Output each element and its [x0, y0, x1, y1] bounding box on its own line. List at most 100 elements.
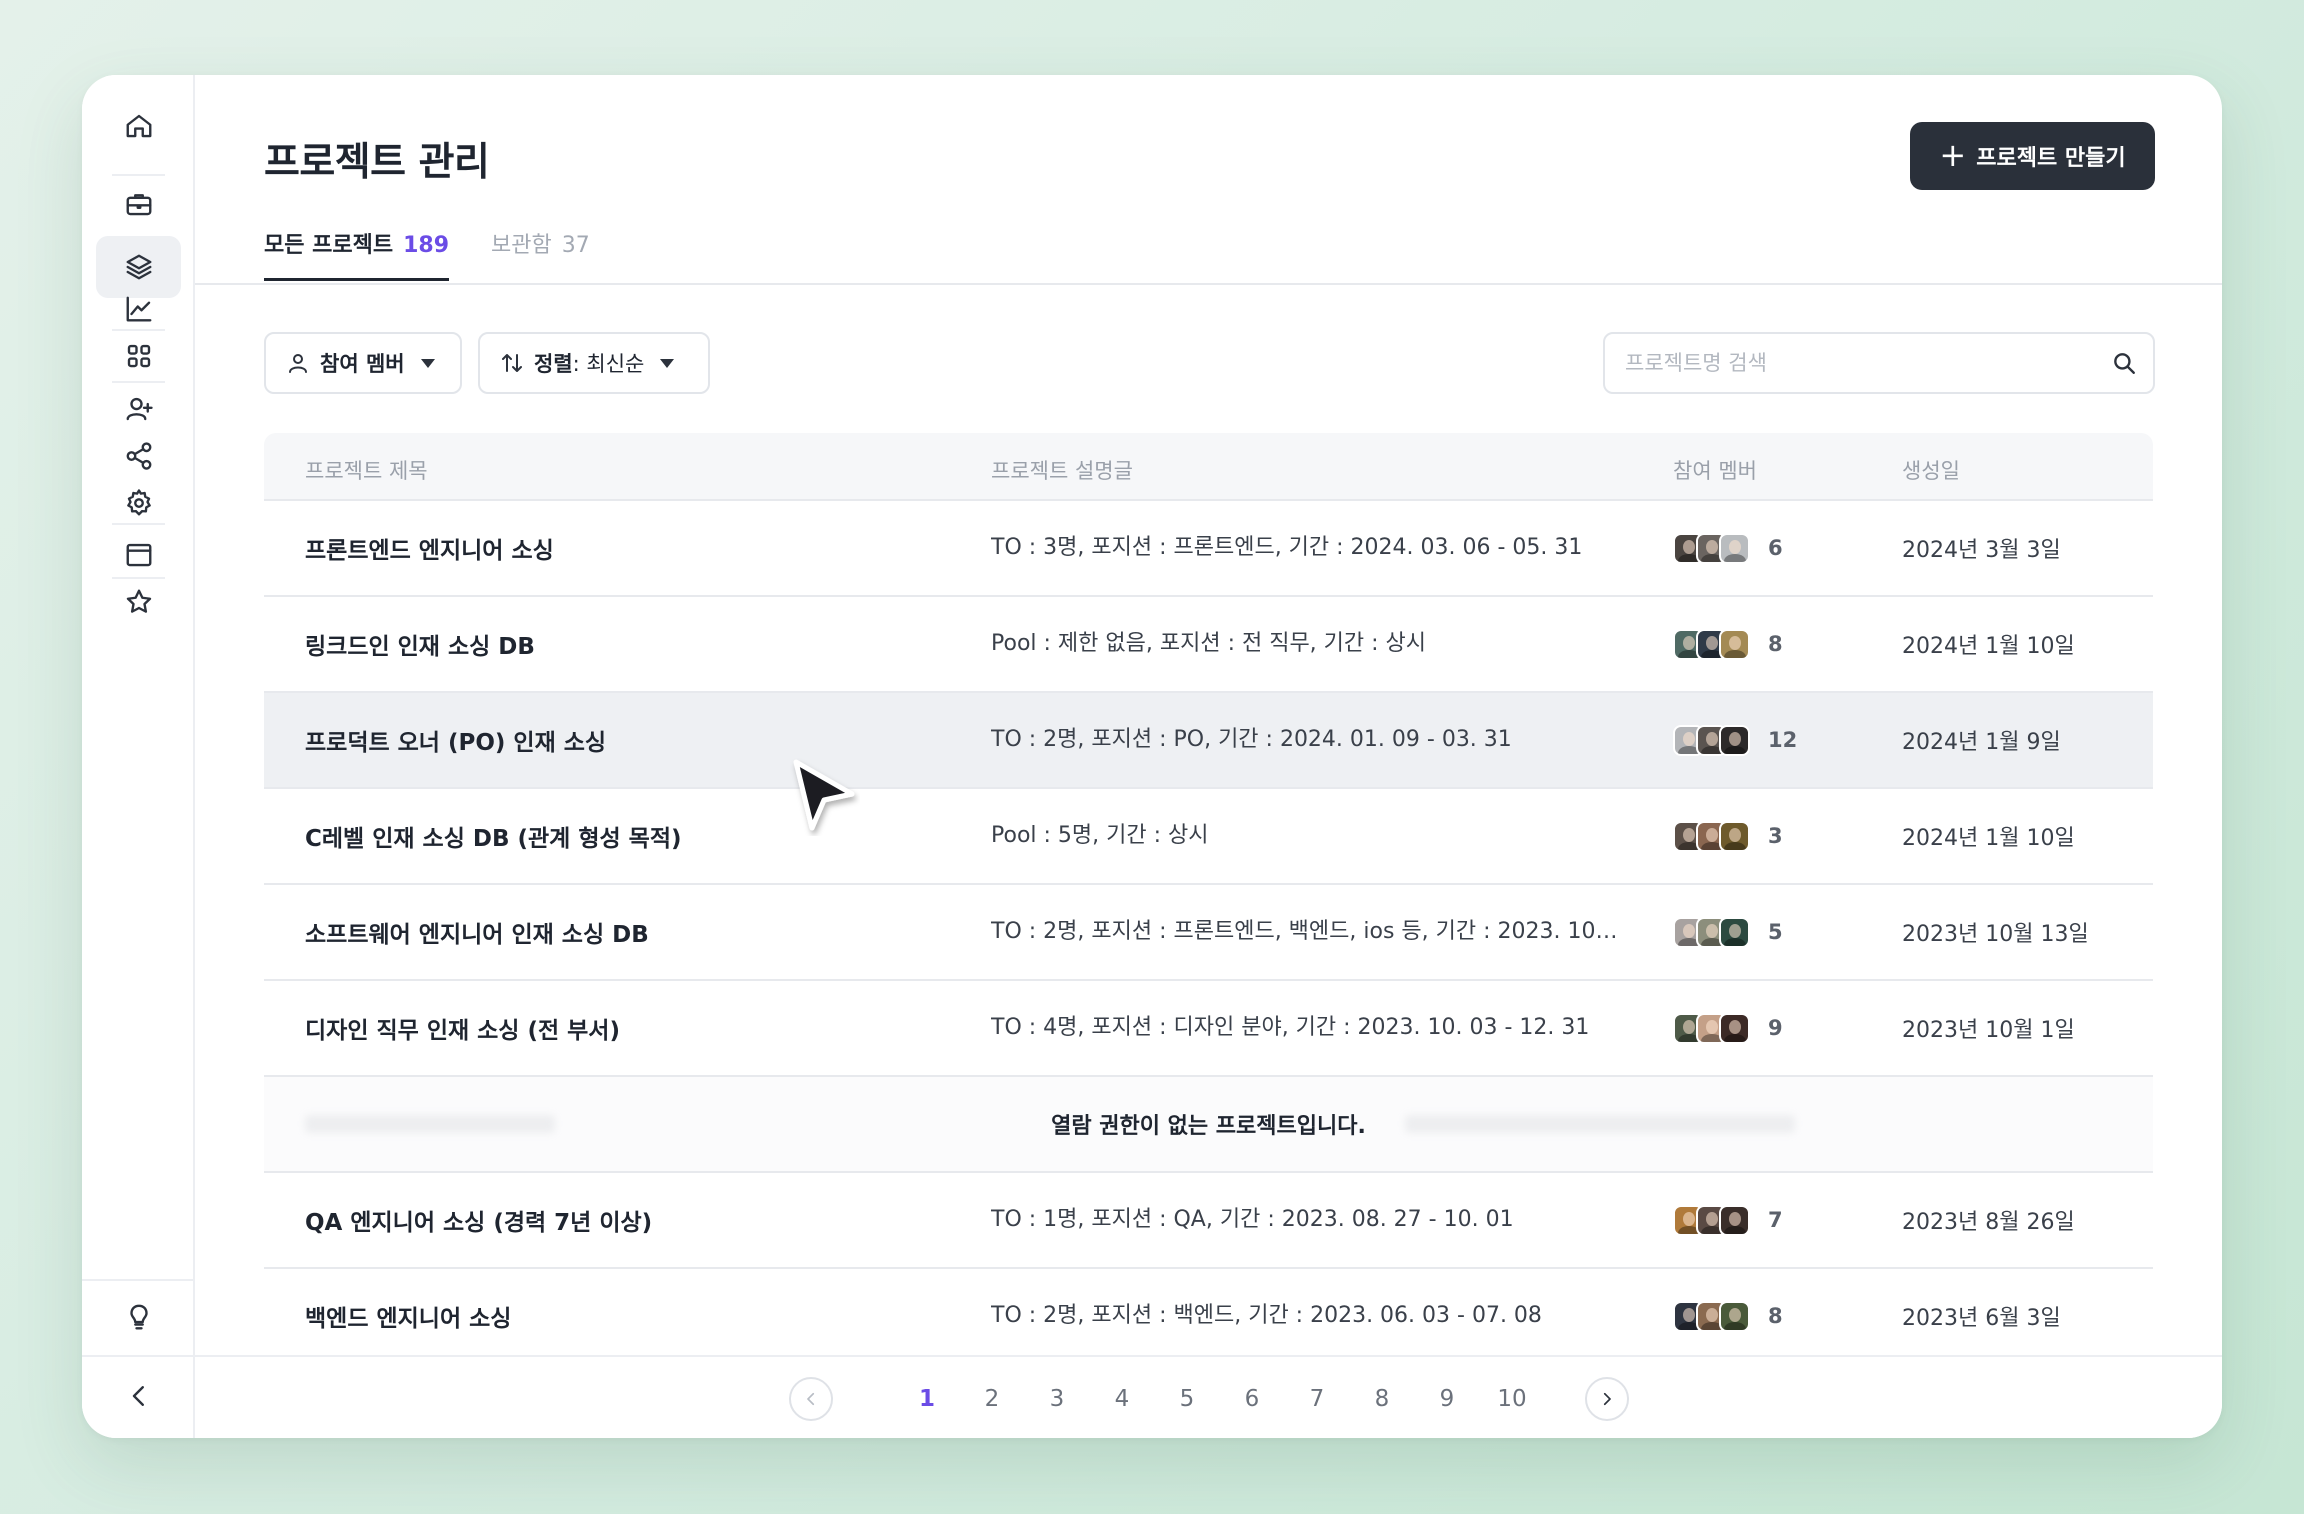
sort-arrows-icon [502, 354, 522, 372]
sort-button[interactable]: 정렬: 최신순 [478, 332, 710, 394]
tab-all-projects[interactable]: 모든 프로젝트 189 [264, 225, 450, 285]
created-date: 2024년 1월 10일 [1902, 634, 2075, 659]
member-filter-button[interactable]: 참여 멤버 [264, 332, 462, 394]
chevron-right-icon [1603, 1392, 1611, 1405]
page-2[interactable]: 2 [960, 1386, 1025, 1412]
member-count: 3 [1768, 824, 1783, 848]
page-8[interactable]: 8 [1350, 1386, 1415, 1412]
table-row[interactable]: 소프트웨어 엔지니어 인재 소싱 DB TO : 2명, 포지션 : 프론트엔드… [264, 885, 2153, 981]
table-row[interactable]: 프론트엔드 엔지니어 소싱 TO : 3명, 포지션 : 프론트엔드, 기간 :… [264, 501, 2153, 597]
pagination: 1 2 3 4 5 6 7 8 9 10 [195, 1357, 2222, 1438]
sidebar-item-home[interactable] [96, 95, 181, 157]
table-row[interactable]: C레벨 인재 소싱 DB (관계 형성 목적) Pool : 5명, 기간 : … [264, 789, 2153, 885]
prev-page-button[interactable] [788, 1376, 833, 1421]
star-icon [126, 589, 151, 613]
created-date: 2023년 6월 3일 [1902, 1306, 2061, 1331]
project-description: TO : 2명, 포지션 : PO, 기간 : 2024. 01. 09 - 0… [991, 727, 1512, 752]
member-cell: 8 [1673, 597, 1853, 691]
chevron-left-icon [132, 1386, 144, 1406]
page-5[interactable]: 5 [1155, 1386, 1220, 1412]
project-description: TO : 1명, 포지션 : QA, 기간 : 2023. 08. 27 - 1… [991, 1207, 1514, 1232]
table-row[interactable]: 디자인 직무 인재 소싱 (전 부서) TO : 4명, 포지션 : 디자인 분… [264, 981, 2153, 1077]
page-title: 프로젝트 관리 [264, 140, 490, 185]
chevron-left-icon [806, 1392, 814, 1405]
avatar-group [1673, 1204, 1750, 1236]
page-6[interactable]: 6 [1220, 1386, 1285, 1412]
tab-bar: 모든 프로젝트 189 보관함 37 [264, 225, 590, 285]
header-title: 프로젝트 제목 [305, 459, 428, 483]
member-count: 8 [1768, 632, 1783, 656]
member-filter-label: 참여 멤버 [320, 352, 405, 376]
project-title: 백엔드 엔지니어 소싱 [305, 1306, 512, 1332]
page-9[interactable]: 9 [1415, 1386, 1480, 1412]
search-input[interactable] [1605, 334, 2153, 392]
tab-label: 보관함 [491, 233, 552, 258]
avatar-group [1673, 532, 1750, 564]
sidebar-item-tips[interactable] [96, 1286, 181, 1348]
tab-archive[interactable]: 보관함 37 [491, 225, 590, 285]
home-icon [126, 114, 151, 138]
avatar [1719, 1300, 1750, 1332]
page-10[interactable]: 10 [1480, 1386, 1545, 1412]
caret-down-icon [660, 358, 675, 368]
tab-label: 모든 프로젝트 [264, 233, 394, 258]
project-description: TO : 2명, 포지션 : 프론트엔드, 백엔드, ios 등, 기간 : 2… [991, 919, 1621, 944]
sort-label: 정렬 [534, 352, 573, 376]
tabs-divider [195, 283, 2222, 285]
caret-down-icon [420, 358, 435, 368]
member-count: 7 [1768, 1208, 1783, 1232]
page-1[interactable]: 1 [895, 1386, 960, 1412]
created-date: 2023년 10월 13일 [1902, 922, 2089, 947]
table-row[interactable]: 백엔드 엔지니어 소싱 TO : 2명, 포지션 : 백엔드, 기간 : 202… [264, 1269, 2153, 1365]
user-plus-icon [126, 397, 153, 421]
avatar-group [1673, 724, 1750, 756]
window-icon [126, 543, 151, 567]
table-row[interactable]: 프로덕트 오너 (PO) 인재 소싱 TO : 2명, 포지션 : PO, 기간… [264, 693, 2153, 789]
avatar [1719, 532, 1750, 564]
created-date: 2023년 10월 1일 [1902, 1018, 2075, 1043]
header-description: 프로젝트 설명글 [991, 459, 1133, 483]
next-page-button[interactable] [1584, 1376, 1629, 1421]
share-icon [126, 442, 151, 470]
app-window: 프로젝트 관리 + 프로젝트 만들기 모든 프로젝트 189 보관함 37 참여 멤… [82, 75, 2222, 1438]
plus-icon: + [1939, 135, 1967, 174]
lightbulb-icon [129, 1304, 148, 1330]
avatar [1719, 628, 1750, 660]
pagination-bar: 1 2 3 4 5 6 7 8 9 10 [195, 1355, 2222, 1438]
sidebar-item-favorites[interactable] [96, 571, 181, 633]
create-project-button[interactable]: + 프로젝트 만들기 [1910, 122, 2155, 190]
sidebar-item-jobs[interactable] [96, 173, 181, 235]
member-cell: 7 [1673, 1173, 1853, 1267]
page-3[interactable]: 3 [1025, 1386, 1090, 1412]
project-description: TO : 4명, 포지션 : 디자인 분야, 기간 : 2023. 10. 03… [991, 1015, 1590, 1040]
project-title: 디자인 직무 인재 소싱 (전 부서) [305, 1018, 620, 1044]
table-row[interactable]: QA 엔지니어 소싱 (경력 7년 이상) TO : 1명, 포지션 : QA,… [264, 1173, 2153, 1269]
sort-value: : 최신순 [572, 352, 645, 376]
page-4[interactable]: 4 [1090, 1386, 1155, 1412]
project-title: 링크드인 인재 소싱 DB [305, 634, 535, 660]
main-content: 프로젝트 관리 + 프로젝트 만들기 모든 프로젝트 189 보관함 37 참여 멤… [195, 75, 2222, 1438]
avatar [1719, 820, 1750, 852]
grid-icon [127, 344, 150, 368]
member-cell: 6 [1673, 501, 1853, 595]
project-description: Pool : 5명, 기간 : 상시 [991, 823, 1209, 848]
sidebar-collapse-button[interactable] [96, 1365, 181, 1427]
member-count: 6 [1768, 536, 1783, 560]
header-members: 참여 멤버 [1673, 459, 1757, 483]
page-7[interactable]: 7 [1285, 1386, 1350, 1412]
avatar-group [1673, 916, 1750, 948]
member-count: 9 [1768, 1016, 1783, 1040]
restricted-message: 열람 권한이 없는 프로젝트입니다. [1051, 1114, 1366, 1139]
table-row[interactable]: 링크드인 인재 소싱 DB Pool : 제한 없음, 포지션 : 전 직무, … [264, 597, 2153, 693]
avatar-group [1673, 820, 1750, 852]
restricted-row: 열람 권한이 없는 프로젝트입니다. [264, 1077, 2153, 1173]
member-cell: 3 [1673, 789, 1853, 883]
project-description: TO : 2명, 포지션 : 백엔드, 기간 : 2023. 06. 03 - … [991, 1303, 1542, 1328]
created-date: 2024년 1월 9일 [1902, 730, 2061, 755]
search-icon[interactable] [2111, 350, 2137, 376]
briefcase-icon [126, 194, 151, 216]
created-date: 2023년 8월 26일 [1902, 1210, 2075, 1235]
member-cell: 9 [1673, 981, 1853, 1075]
mouse-cursor-icon [793, 759, 855, 831]
avatar-group [1673, 1300, 1750, 1332]
